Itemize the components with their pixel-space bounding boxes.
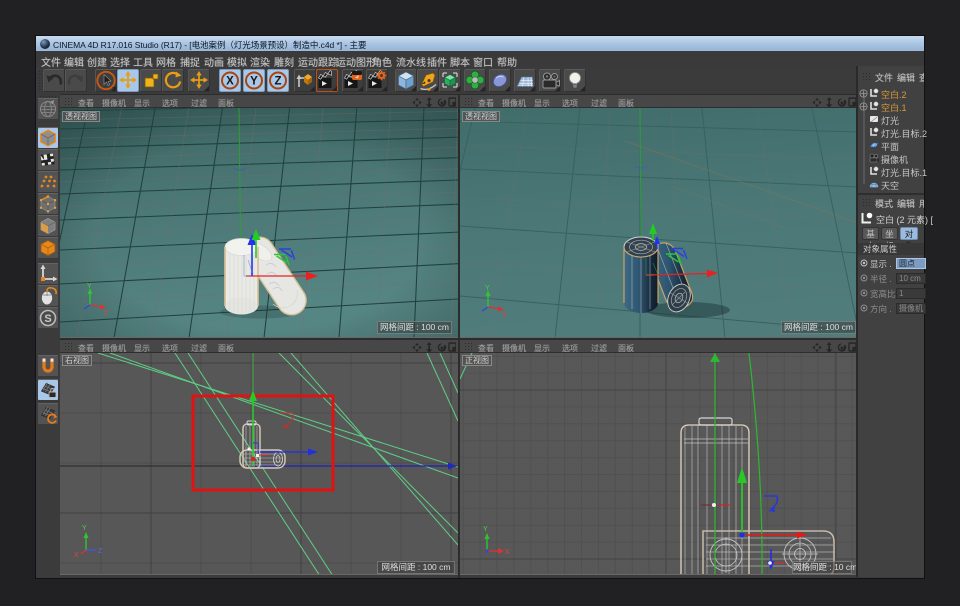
svg-text:Y: Y bbox=[483, 526, 488, 533]
svg-text:Z: Z bbox=[98, 548, 103, 555]
svg-text:Y: Y bbox=[485, 285, 490, 292]
svg-text:Z: Z bbox=[274, 76, 281, 88]
svg-text:X: X bbox=[74, 552, 79, 559]
svg-text:X: X bbox=[226, 76, 234, 88]
svg-text:S: S bbox=[44, 313, 51, 325]
svg-text:X: X bbox=[104, 310, 109, 317]
svg-text:X: X bbox=[502, 312, 507, 319]
svg-text:Y: Y bbox=[250, 76, 258, 88]
svg-text:Y: Y bbox=[87, 283, 92, 290]
svg-text:Y: Y bbox=[82, 525, 87, 532]
svg-text:X: X bbox=[505, 549, 510, 556]
